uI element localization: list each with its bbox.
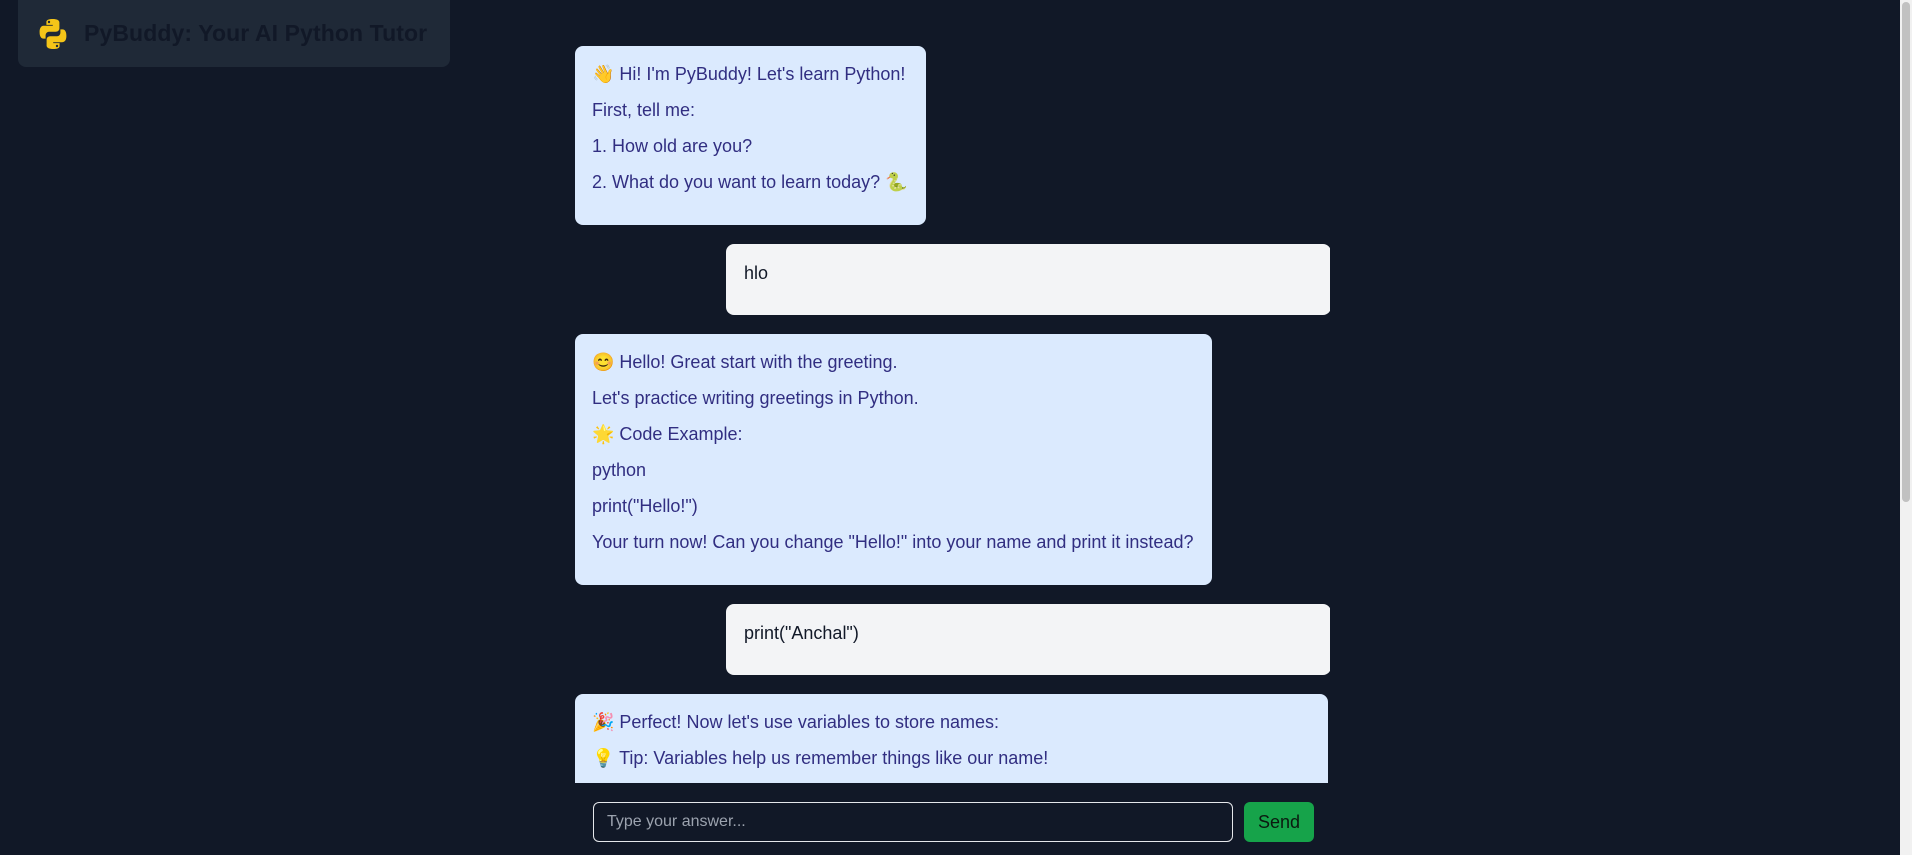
message-line: 🎉 Perfect! Now let's use variables to st…	[592, 712, 1000, 732]
bot-message: 🎉 Perfect! Now let's use variables to st…	[575, 694, 1328, 783]
message-line: Your turn now! Can you change "Hello!" i…	[592, 532, 1194, 552]
answer-input[interactable]	[593, 802, 1233, 842]
message-line: 👋 Hi! I'm PyBuddy! Let's learn Python!	[592, 64, 906, 84]
message-line: 😊 Hello! Great start with the greeting.	[592, 352, 898, 372]
message-line: 🌟 Code Example:	[592, 424, 743, 444]
user-message: print("Anchal")	[726, 604, 1330, 675]
app-header: PyBuddy: Your AI Python Tutor	[18, 0, 450, 67]
message-line: First, tell me:	[592, 100, 696, 120]
message-line: Let's practice writing greetings in Pyth…	[592, 388, 919, 408]
message-line: python	[592, 460, 647, 480]
message-line: hlo	[744, 263, 769, 283]
bot-message: 👋 Hi! I'm PyBuddy! Let's learn Python! F…	[575, 46, 926, 225]
scrollbar-thumb[interactable]	[1902, 2, 1910, 502]
message-line: 1. How old are you?	[592, 136, 753, 156]
message-line: print("Anchal")	[744, 623, 859, 643]
bot-message: 😊 Hello! Great start with the greeting. …	[575, 334, 1212, 585]
message-line: 💡 Tip: Variables help us remember things…	[592, 748, 1049, 768]
chat-messages[interactable]: 👋 Hi! I'm PyBuddy! Let's learn Python! F…	[575, 0, 1330, 783]
python-logo-icon	[36, 17, 70, 51]
message-composer: Send	[575, 783, 1330, 855]
send-button[interactable]: Send	[1244, 802, 1314, 842]
user-message: hlo	[726, 244, 1330, 315]
message-line: print("Hello!")	[592, 496, 698, 516]
app-title: PyBuddy: Your AI Python Tutor	[84, 20, 428, 46]
message-line: 2. What do you want to learn today? 🐍	[592, 172, 908, 192]
page-scrollbar[interactable]	[1900, 0, 1912, 855]
